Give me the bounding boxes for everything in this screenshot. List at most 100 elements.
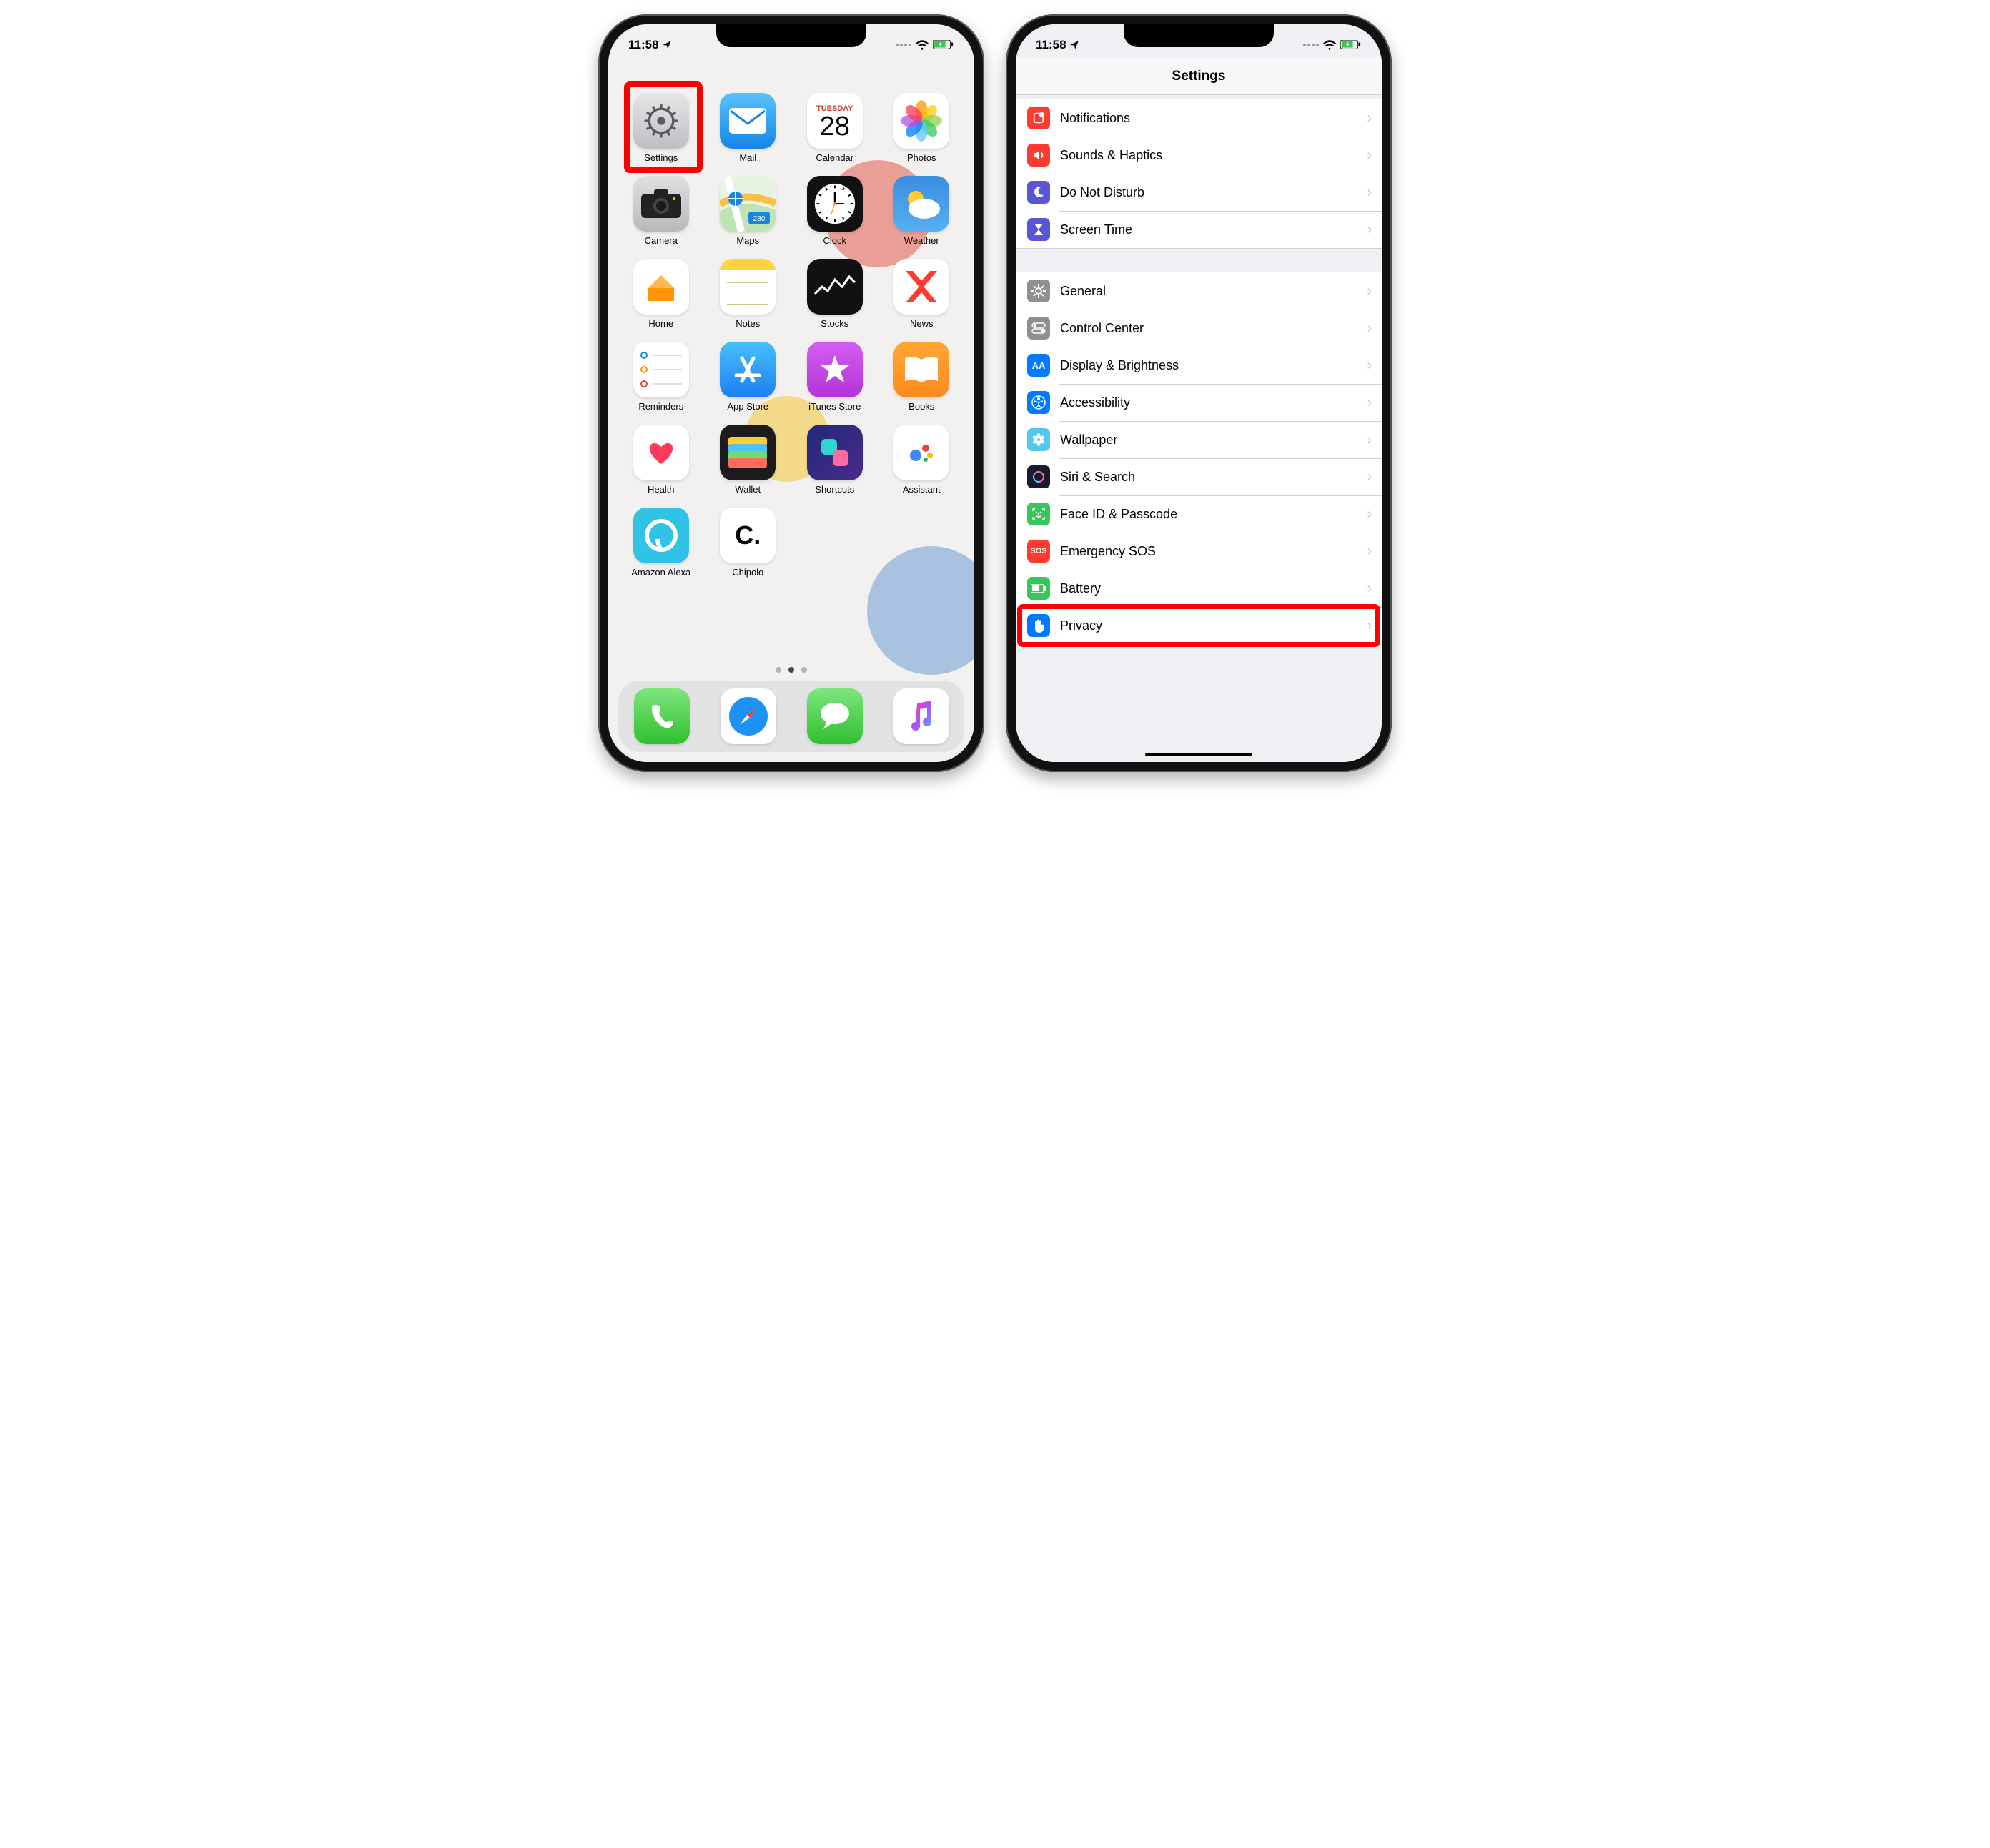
settings-row-accessibility[interactable]: Accessibility › — [1016, 384, 1382, 421]
app-settings[interactable]: Settings — [621, 93, 701, 163]
settings-row-general[interactable]: General › — [1016, 272, 1382, 310]
settings-row-sounds-haptics[interactable]: Sounds & Haptics › — [1016, 137, 1382, 174]
app-label: Settings — [644, 152, 678, 163]
settings-row-display-brightness[interactable]: AA Display & Brightness › — [1016, 347, 1382, 384]
settings-row-screen-time[interactable]: Screen Time › — [1016, 211, 1382, 248]
app-icon[interactable] — [807, 259, 863, 315]
signal-dots — [1303, 44, 1319, 46]
app-icon[interactable] — [807, 425, 863, 480]
app-icon[interactable] — [807, 342, 863, 397]
app-icon[interactable] — [720, 259, 776, 315]
app-label: Amazon Alexa — [631, 567, 690, 578]
settings-row-notifications[interactable]: Notifications › — [1016, 99, 1382, 137]
app-maps[interactable]: 280 Maps — [708, 176, 788, 246]
svg-text:280: 280 — [753, 215, 766, 223]
app-label: App Store — [727, 401, 768, 412]
row-label: Display & Brightness — [1060, 358, 1367, 373]
app-icon[interactable] — [633, 425, 689, 480]
dock-app-phone[interactable] — [634, 688, 690, 744]
row-label: General — [1060, 284, 1367, 299]
app-shortcuts[interactable]: Shortcuts — [795, 425, 875, 495]
app-icon[interactable] — [633, 259, 689, 315]
app-icon[interactable] — [720, 93, 776, 149]
app-clock[interactable]: Clock — [795, 176, 875, 246]
settings-row-control-center[interactable]: Control Center › — [1016, 310, 1382, 347]
settings-row-privacy[interactable]: Privacy › — [1016, 607, 1382, 644]
app-icon[interactable]: C. — [720, 508, 776, 563]
home-screen: 11:58 Settings Mail Tuesday28 Calendar P… — [608, 24, 974, 762]
chevron-right-icon: › — [1367, 580, 1372, 597]
app-reminders[interactable]: Reminders — [621, 342, 701, 412]
notch — [1124, 24, 1274, 47]
battery-charging-icon — [933, 40, 954, 50]
app-icon[interactable]: 280 — [720, 176, 776, 232]
app-icon[interactable] — [633, 342, 689, 397]
page-indicator[interactable] — [608, 667, 974, 673]
calendar-date: 28 — [820, 113, 850, 140]
row-label: Notifications — [1060, 111, 1367, 126]
app-photos[interactable]: Photos — [882, 93, 962, 163]
app-icon[interactable] — [807, 176, 863, 232]
app-icon[interactable] — [893, 93, 949, 149]
chevron-right-icon: › — [1367, 110, 1372, 127]
dock-app-music[interactable] — [893, 688, 949, 744]
app-itunes-store[interactable]: iTunes Store — [795, 342, 875, 412]
chevron-right-icon: › — [1367, 357, 1372, 374]
chevron-right-icon: › — [1367, 469, 1372, 485]
app-books[interactable]: Books — [882, 342, 962, 412]
app-label: Notes — [736, 318, 760, 329]
app-label: Reminders — [638, 401, 683, 412]
app-icon[interactable] — [720, 425, 776, 480]
settings-row-siri-search[interactable]: Siri & Search › — [1016, 458, 1382, 495]
app-icon[interactable]: Tuesday28 — [807, 93, 863, 149]
settings-row-emergency-sos[interactable]: SOS Emergency SOS › — [1016, 533, 1382, 570]
app-icon[interactable] — [633, 176, 689, 232]
app-icon[interactable] — [893, 259, 949, 315]
row-label: Siri & Search — [1060, 470, 1367, 485]
settings-row-battery[interactable]: Battery › — [1016, 570, 1382, 607]
app-label: Wallet — [735, 484, 761, 495]
app-calendar[interactable]: Tuesday28 Calendar — [795, 93, 875, 163]
settings-row-do-not-disturb[interactable]: Do Not Disturb › — [1016, 174, 1382, 211]
dock — [618, 681, 964, 752]
row-label: Privacy — [1060, 618, 1367, 633]
app-icon[interactable] — [633, 508, 689, 563]
settings-row-face-id-passcode[interactable]: Face ID & Passcode › — [1016, 495, 1382, 533]
app-icon[interactable] — [633, 93, 689, 149]
app-icon[interactable] — [893, 425, 949, 480]
dock-app-messages[interactable] — [807, 688, 863, 744]
app-label: Home — [648, 318, 673, 329]
home-indicator[interactable] — [1145, 753, 1252, 756]
app-app-store[interactable]: App Store — [708, 342, 788, 412]
settings-list[interactable]: Notifications › Sounds & Haptics › Do No… — [1016, 99, 1382, 645]
settings-row-wallpaper[interactable]: Wallpaper › — [1016, 421, 1382, 458]
app-stocks[interactable]: Stocks — [795, 259, 875, 329]
app-home[interactable]: Home — [621, 259, 701, 329]
app-amazon-alexa[interactable]: Amazon Alexa — [621, 508, 701, 578]
app-health[interactable]: Health — [621, 425, 701, 495]
app-icon[interactable] — [720, 342, 776, 397]
chevron-right-icon: › — [1367, 147, 1372, 164]
app-icon[interactable] — [893, 176, 949, 232]
app-assistant[interactable]: Assistant — [882, 425, 962, 495]
app-news[interactable]: News — [882, 259, 962, 329]
app-label: iTunes Store — [808, 401, 861, 412]
app-camera[interactable]: Camera — [621, 176, 701, 246]
dock-app-safari[interactable] — [721, 688, 776, 744]
app-notes[interactable]: Notes — [708, 259, 788, 329]
app-chipolo[interactable]: C. Chipolo — [708, 508, 788, 578]
app-label: Calendar — [816, 152, 853, 163]
app-icon[interactable] — [893, 342, 949, 397]
app-weather[interactable]: Weather — [882, 176, 962, 246]
chevron-right-icon: › — [1367, 184, 1372, 201]
app-label: Health — [648, 484, 675, 495]
phone-home: 11:58 Settings Mail Tuesday28 Calendar P… — [598, 14, 984, 772]
chevron-right-icon: › — [1367, 543, 1372, 560]
chevron-right-icon: › — [1367, 618, 1372, 634]
row-label: Emergency SOS — [1060, 544, 1367, 559]
app-wallet[interactable]: Wallet — [708, 425, 788, 495]
app-mail[interactable]: Mail — [708, 93, 788, 163]
chevron-right-icon: › — [1367, 222, 1372, 238]
app-label: Chipolo — [732, 567, 763, 578]
chevron-right-icon: › — [1367, 395, 1372, 411]
